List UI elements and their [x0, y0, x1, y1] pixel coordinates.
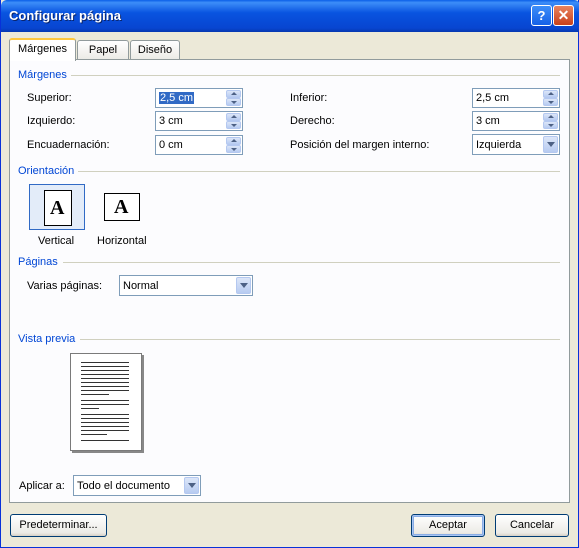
encuadernacion-spinner[interactable]: 0 cm: [155, 135, 243, 155]
section-divider: [63, 262, 560, 263]
preview-line: [81, 434, 107, 435]
spinner-arrows: [543, 90, 558, 106]
spinner-arrows: [226, 137, 241, 153]
preview-line: [81, 382, 129, 383]
section-divider: [71, 75, 560, 76]
spin-up-icon[interactable]: [226, 90, 241, 98]
portrait-glyph: A: [50, 197, 65, 219]
spinner-arrows: [543, 113, 558, 129]
chevron-down-icon[interactable]: [543, 136, 558, 153]
inferior-spinner[interactable]: 2,5 cm: [472, 88, 560, 108]
izquierdo-spinner[interactable]: 3 cm: [155, 111, 243, 131]
preview-line: [81, 404, 129, 405]
tab-label: Diseño: [137, 44, 173, 56]
superior-spinner[interactable]: 2,5 cm: [155, 88, 243, 108]
encuadernacion-label: Encuadernación:: [27, 139, 110, 151]
close-button[interactable]: ✕: [553, 5, 574, 26]
spin-up-icon[interactable]: [543, 113, 558, 121]
title-bar[interactable]: Configurar página ? ✕: [1, 0, 579, 32]
ok-button[interactable]: Aceptar: [411, 514, 485, 537]
encuadernacion-value: 0 cm: [159, 139, 183, 151]
landscape-page-icon: A: [104, 193, 140, 221]
posicion-value: Izquierda: [476, 139, 522, 151]
posicion-label: Posición del margen interno:: [290, 139, 430, 151]
multiple-pages-value: Normal: [123, 280, 159, 292]
izquierdo-value: 3 cm: [159, 115, 183, 127]
posicion-select[interactable]: Izquierda: [472, 134, 560, 155]
spin-down-icon[interactable]: [543, 121, 558, 129]
tab-label: Papel: [88, 44, 118, 56]
page-preview: [70, 353, 142, 451]
preview-line: [81, 414, 129, 415]
spin-up-icon[interactable]: [226, 137, 241, 145]
tab-label: Márgenes: [18, 43, 67, 55]
chevron-down-icon[interactable]: [236, 277, 251, 294]
inferior-value: 2,5 cm: [476, 92, 510, 104]
orientation-horizontal-button[interactable]: A: [94, 184, 150, 230]
apply-to-label: Aplicar a:: [19, 480, 65, 492]
preview-line: [81, 378, 129, 379]
multiple-pages-select[interactable]: Normal: [119, 275, 253, 296]
spin-up-icon[interactable]: [543, 90, 558, 98]
spin-down-icon[interactable]: [226, 121, 241, 129]
tab-margenes[interactable]: Márgenes: [9, 38, 76, 61]
landscape-glyph: A: [114, 196, 129, 218]
chevron-down-icon[interactable]: [184, 477, 199, 494]
spinner-arrows: [226, 113, 241, 129]
preview-line: [81, 400, 129, 401]
inferior-label: Inferior:: [290, 92, 328, 104]
spin-down-icon[interactable]: [543, 98, 558, 106]
cancel-button[interactable]: Cancelar: [495, 514, 569, 537]
izquierdo-label: Izquierdo:: [27, 115, 76, 127]
orientation-vertical-label: Vertical: [38, 235, 75, 247]
preview-line: [81, 426, 129, 427]
page-setup-dialog: Configurar página ? ✕ Márgenes Papel Dis…: [0, 0, 579, 548]
preview-line: [81, 394, 109, 395]
apply-to-value: Todo el documento: [77, 480, 170, 492]
spinner-arrows: [226, 90, 241, 106]
preview-line: [81, 370, 129, 371]
preview-line: [81, 386, 129, 387]
tab-diseno[interactable]: Diseño: [130, 40, 180, 59]
window-title: Configurar página: [9, 8, 121, 23]
preview-line: [81, 430, 129, 431]
superior-value: 2,5 cm: [159, 92, 195, 104]
section-pages-title: Páginas: [18, 256, 58, 268]
preview-line: [81, 366, 129, 367]
derecho-value: 3 cm: [476, 115, 500, 127]
preview-line: [81, 440, 129, 441]
section-margins-title: Márgenes: [18, 69, 67, 81]
orientation-horizontal-label: Horizontal: [97, 235, 147, 247]
section-divider: [80, 339, 560, 340]
preview-line: [81, 422, 129, 423]
help-button[interactable]: ?: [531, 5, 552, 26]
default-button[interactable]: Predeterminar...: [10, 514, 107, 537]
section-preview-title: Vista previa: [18, 333, 76, 345]
spin-up-icon[interactable]: [226, 113, 241, 121]
spin-down-icon[interactable]: [226, 145, 241, 153]
preview-line: [81, 362, 129, 363]
superior-label: Superior:: [27, 92, 72, 104]
preview-line: [81, 408, 99, 409]
preview-line: [81, 374, 129, 375]
section-orientation-title: Orientación: [18, 165, 75, 177]
derecho-label: Derecho:: [290, 115, 335, 127]
derecho-spinner[interactable]: 3 cm: [472, 111, 560, 131]
section-divider: [78, 171, 560, 172]
tab-papel[interactable]: Papel: [77, 40, 129, 59]
preview-line: [81, 390, 129, 391]
apply-to-select[interactable]: Todo el documento: [73, 475, 201, 496]
preview-line: [81, 418, 129, 419]
portrait-page-icon: A: [44, 190, 72, 226]
spin-down-icon[interactable]: [226, 98, 241, 106]
multiple-pages-label: Varias páginas:: [27, 280, 103, 292]
orientation-vertical-button[interactable]: A: [29, 184, 85, 230]
